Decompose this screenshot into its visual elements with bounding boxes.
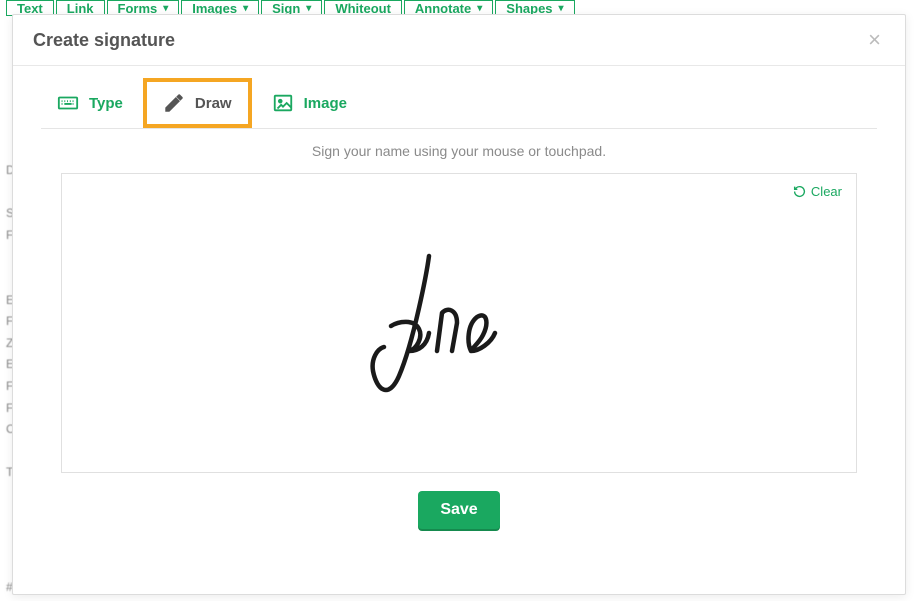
modal-header: Create signature × bbox=[13, 15, 905, 66]
tab-type-label: Type bbox=[89, 95, 123, 112]
pencil-icon bbox=[163, 92, 185, 114]
tab-image[interactable]: Image bbox=[256, 78, 363, 128]
instruction-text: Sign your name using your mouse or touch… bbox=[41, 143, 877, 159]
keyboard-icon bbox=[57, 92, 79, 114]
signature-drawing bbox=[359, 251, 559, 411]
tab-draw-label: Draw bbox=[195, 95, 232, 112]
create-signature-modal: Create signature × Type Draw Image Sign … bbox=[12, 14, 906, 595]
save-button[interactable]: Save bbox=[418, 491, 499, 529]
save-row: Save bbox=[41, 473, 877, 533]
tab-image-label: Image bbox=[304, 95, 347, 112]
tab-draw[interactable]: Draw bbox=[143, 78, 252, 128]
chevron-down-icon: ▾ bbox=[306, 3, 311, 14]
chevron-down-icon: ▾ bbox=[477, 3, 482, 14]
close-icon[interactable]: × bbox=[864, 29, 885, 51]
chevron-down-icon: ▾ bbox=[243, 3, 248, 14]
chevron-down-icon: ▾ bbox=[559, 3, 564, 14]
clear-button[interactable]: Clear bbox=[793, 184, 842, 199]
tab-row: Type Draw Image bbox=[41, 78, 877, 129]
modal-body: Type Draw Image Sign your name using you… bbox=[13, 66, 905, 594]
signature-canvas[interactable]: Clear bbox=[61, 173, 857, 473]
clear-label: Clear bbox=[811, 184, 842, 199]
image-icon bbox=[272, 92, 294, 114]
chevron-down-icon: ▾ bbox=[163, 3, 168, 14]
undo-icon bbox=[793, 185, 806, 198]
modal-title: Create signature bbox=[33, 30, 175, 51]
tab-type[interactable]: Type bbox=[41, 78, 139, 128]
